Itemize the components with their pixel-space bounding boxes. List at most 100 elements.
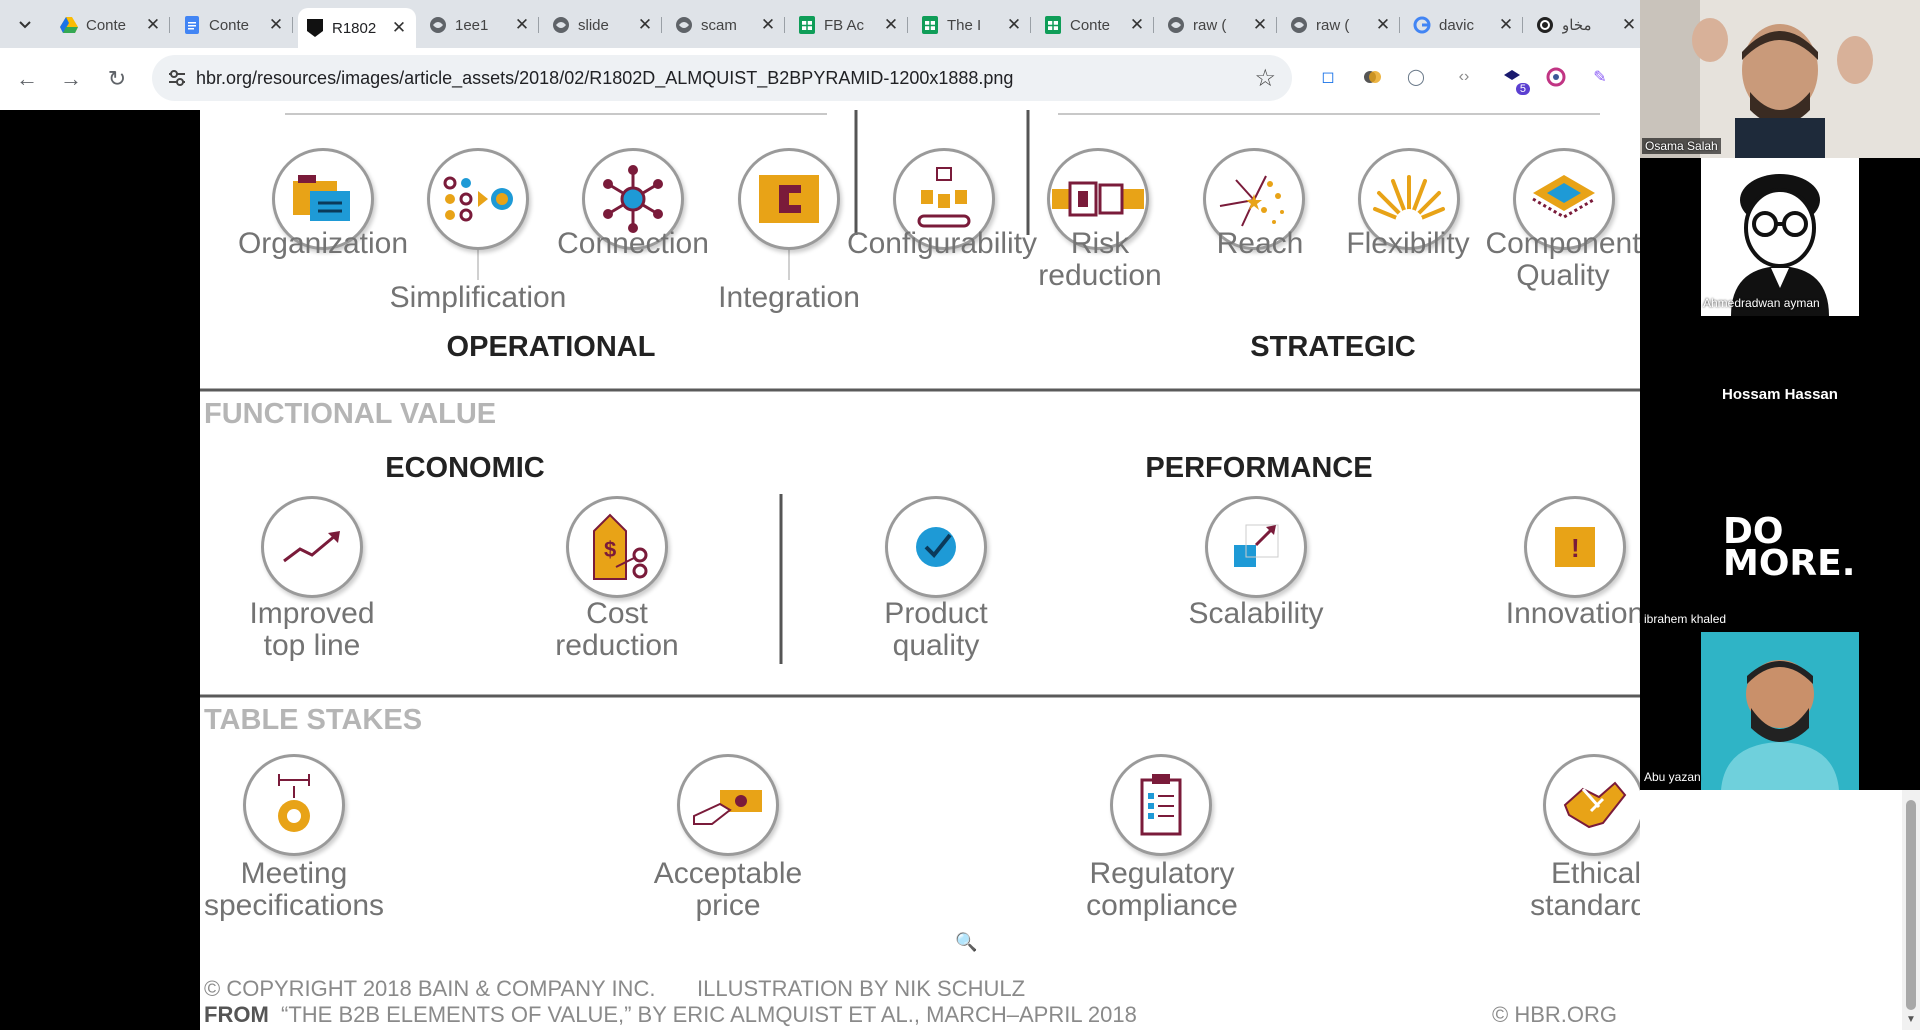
handshake-icon [1563,781,1627,829]
scroll-down-arrow-icon[interactable]: ▼ [1906,1014,1916,1025]
hbr-credit: © HBR.ORG [1492,1002,1617,1027]
starburst-reach-icon [1219,175,1284,227]
close-tab-icon[interactable]: ✕ [144,15,162,35]
close-tab-icon[interactable]: ✕ [1251,15,1269,35]
forward-arrow-icon: → [60,66,82,91]
tab-12[interactable]: davic ✕ [1405,8,1523,42]
innovation-label: Innovation [1505,597,1640,630]
close-tab-icon[interactable]: ✕ [513,15,531,35]
tab-7[interactable]: FB Ac ✕ [790,8,908,42]
bookmark-star-icon[interactable]: ☆ [1254,64,1276,93]
close-tab-icon[interactable]: ✕ [267,15,285,35]
reload-icon: ↻ [107,66,127,91]
openai-icon [1536,16,1554,34]
globe-icon [1167,16,1185,34]
close-tab-icon[interactable]: ✕ [882,15,900,35]
tab-8[interactable]: The I ✕ [913,8,1031,42]
tab-1[interactable]: Conte ✕ [52,8,170,42]
pen-icon[interactable]: ✎ [1588,65,1612,89]
b2b-elements-infographic[interactable]: Organization Simplification Connection I… [200,110,1640,1030]
participant-tile-osama[interactable]: Osama Salah [1640,0,1920,158]
organization-label: Organization [237,227,409,260]
tab-3[interactable]: R1802 ✕ [298,8,416,48]
cost-reduction-label: Cost reduction [555,597,679,662]
zoom-in-cursor-icon: 🔍 [955,932,978,952]
network-hub-icon [603,165,663,233]
close-tab-icon[interactable]: ✕ [390,18,408,38]
globe-icon [429,16,447,34]
operational-heading: OPERATIONAL [446,331,656,363]
back-button[interactable]: ← [12,64,42,94]
regulatory-compliance-label: Regulatory compliance [1086,857,1238,922]
tab-13[interactable]: مخاو ✕ [1528,8,1646,42]
scale-up-icon [1234,524,1279,567]
tab-4[interactable]: 1ee1 ✕ [421,8,539,42]
close-tab-icon[interactable]: ✕ [1620,15,1638,35]
scrollbar-thumb[interactable] [1906,800,1916,1010]
google-drive-icon [60,16,78,34]
ethical-standards-element [1543,754,1640,856]
alert-note-icon: ! [1555,527,1595,567]
tab-title: R1802 [332,19,377,37]
product-quality-label: Product quality [884,597,988,662]
google-docs-icon [183,16,201,34]
tab-10[interactable]: raw (✕ [1159,8,1277,42]
participant-tile-text: DO MORE. [1723,511,1856,584]
product-quality-element [885,496,987,598]
page-scrollbar[interactable]: ▼ [1902,790,1920,1030]
measure-ring-icon [278,774,310,832]
close-tab-icon[interactable]: ✕ [1497,15,1515,35]
google-icon [1413,16,1431,34]
camera-extension-icon[interactable] [1544,65,1568,89]
extension-circles-icon[interactable] [1360,65,1384,89]
folder-icon [293,175,350,221]
tab-title: مخاو [1562,17,1592,34]
globe-icon [675,16,693,34]
close-tab-icon[interactable]: ✕ [1005,15,1023,35]
participant-tile-hossam[interactable]: Hossam Hassan [1640,316,1920,474]
forward-button[interactable]: → [56,64,86,94]
risk-reduction-label: Risk reduction [1038,227,1162,292]
url-text[interactable]: hbr.org/resources/images/article_assets/… [196,68,1013,89]
tab-2[interactable]: Conte ✕ [175,8,293,42]
source-citation: “THE B2B ELEMENTS OF VALUE,” BY ERIC ALM… [281,1002,1137,1027]
participant-tile-ahmed[interactable]: Ahmedradwan ayman [1701,158,1859,316]
chip-icon [1532,175,1596,219]
code-icon[interactable]: ‹› [1452,65,1476,89]
chevron-down-icon [19,21,31,29]
close-tab-icon[interactable]: ✕ [1128,15,1146,35]
price-tag-scissors-icon: $ [593,513,648,580]
close-tab-icon[interactable]: ✕ [759,15,777,35]
ethical-standards-label: Ethical standards [1530,857,1640,922]
address-bar[interactable]: hbr.org/resources/images/article_assets/… [152,55,1292,101]
reload-button[interactable]: ↻ [102,64,132,94]
tab-11[interactable]: raw (✕ [1282,8,1400,42]
participant-name-ibrahem: ibrahem khaled [1644,612,1727,626]
simplification-label: Simplification [389,281,567,314]
shield-icon[interactable]: ◯ [1404,65,1428,89]
close-tab-icon[interactable]: ✕ [1374,15,1392,35]
google-translate-icon[interactable]: ◻ [1316,65,1340,89]
tab-9[interactable]: Conte ✕ [1036,8,1154,42]
participant-tile-abu-yazan[interactable] [1701,632,1859,790]
participant-tile-ibrahem[interactable]: DO MORE. [1701,474,1859,632]
improved-top-line-label: Improved top line [249,597,375,662]
tab-title: Conte [1070,16,1111,34]
image-viewer: Organization Simplification Connection I… [0,110,1640,1030]
close-tab-icon[interactable]: ✕ [636,15,654,35]
site-info-icon[interactable] [166,67,188,89]
tab-6[interactable]: scam ✕ [667,8,785,42]
from-label: FROM [204,1002,269,1027]
extension-badge-icon[interactable]: 5 [1500,65,1530,95]
clipboard-checklist-icon [1140,774,1182,836]
tab-5[interactable]: slide ✕ [544,8,662,42]
tab-title: Conte [86,16,127,34]
avatar-glasses-icon [1731,174,1829,316]
tab-search-button[interactable] [10,12,40,38]
meeting-specifications-label: Meeting specifications [203,857,385,922]
acceptable-price-element [677,754,779,856]
trend-up-icon [283,531,340,563]
browser-toolbar: ← → ↻ hbr.org/resources/images/article_a… [0,48,1640,110]
economic-heading: ECONOMIC [385,452,545,484]
participant-video-icon [1721,660,1839,790]
